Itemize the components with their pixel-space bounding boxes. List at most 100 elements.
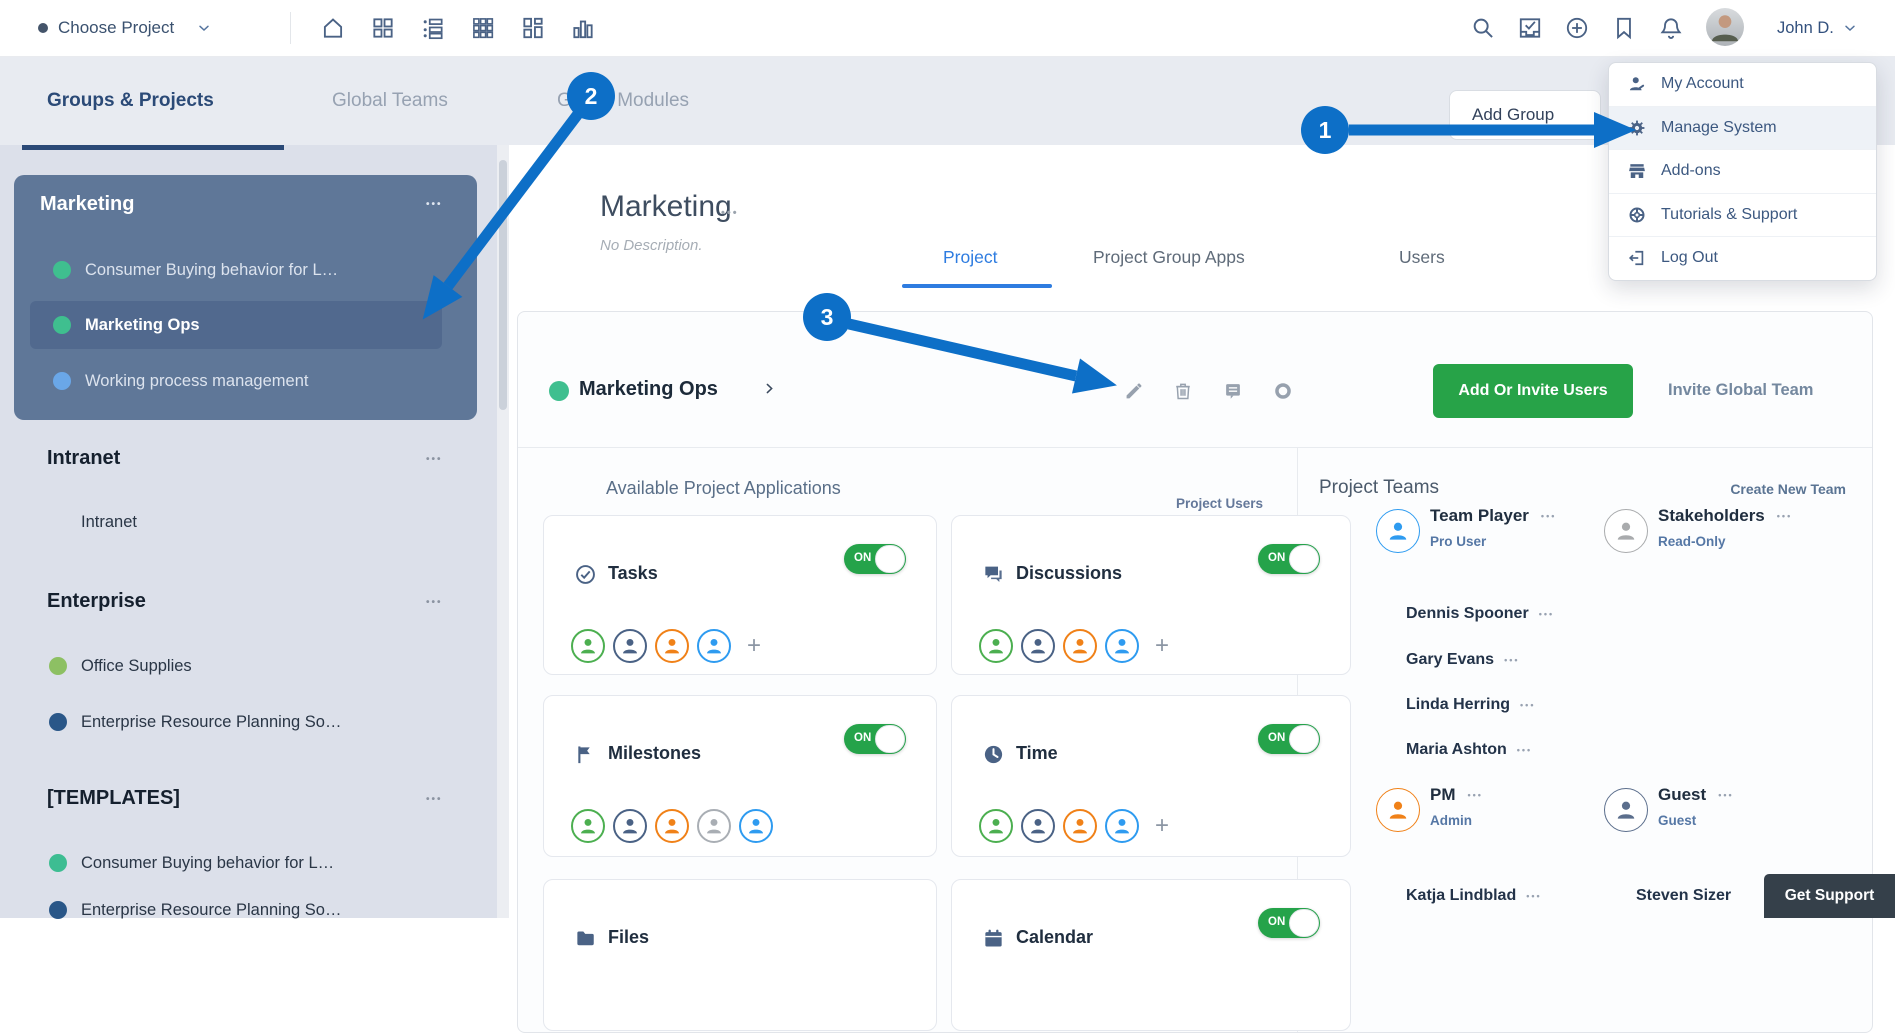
notifications-icon[interactable]	[1658, 15, 1684, 41]
search-icon[interactable]	[1470, 15, 1496, 41]
add-user-button[interactable]: +	[1155, 629, 1169, 663]
project-users-link[interactable]: Project Users	[1161, 496, 1263, 511]
sidebar-group-menu[interactable]: •••	[426, 794, 443, 805]
user-avatar-blue[interactable]	[739, 809, 773, 843]
sidebar-group-card-marketing[interactable]: Marketing•••Consumer Buying behavior for…	[14, 175, 477, 420]
toggle-knob	[875, 545, 905, 573]
delete-icon[interactable]	[1172, 380, 1194, 402]
app-card-tasks: TasksON+	[543, 515, 937, 675]
edit-icon[interactable]	[1122, 380, 1144, 402]
user-avatar-green[interactable]	[979, 809, 1013, 843]
menu-item-tutorials-support[interactable]: Tutorials & Support	[1609, 193, 1876, 237]
app-toggle[interactable]: ON	[1258, 908, 1320, 938]
menu-item-my-account[interactable]: My Account	[1609, 63, 1876, 106]
user-avatar-slate[interactable]	[1021, 809, 1055, 843]
sidebar-group-menu[interactable]: •••	[426, 454, 443, 465]
user-avatar-green[interactable]	[571, 629, 605, 663]
team-avatar-guest[interactable]	[1604, 788, 1648, 832]
user-avatar-blue[interactable]	[1105, 629, 1139, 663]
team-menu[interactable]: •••	[1718, 790, 1733, 800]
user-avatar-slate[interactable]	[1021, 629, 1055, 663]
menu-item-label: Log Out	[1661, 249, 1718, 267]
user-avatar-blue[interactable]	[697, 629, 731, 663]
team-avatar-team-player[interactable]	[1376, 509, 1420, 553]
user-avatar-orange[interactable]	[1063, 809, 1097, 843]
member-menu[interactable]: •••	[1504, 655, 1519, 665]
team-name: PM	[1430, 785, 1456, 805]
add-user-button[interactable]: +	[747, 629, 761, 663]
menu-item-add-ons[interactable]: Add-ons	[1609, 149, 1876, 193]
bookmarks-icon[interactable]	[1611, 15, 1637, 41]
member-menu[interactable]: •••	[1539, 609, 1554, 619]
user-avatar-blue[interactable]	[1105, 809, 1139, 843]
user-avatar-green[interactable]	[979, 629, 1013, 663]
kanban-view-icon[interactable]	[520, 15, 546, 41]
tab-users[interactable]: Users	[1399, 247, 1445, 268]
menu-item-manage-system[interactable]: Manage System	[1609, 106, 1876, 150]
user-avatar-orange[interactable]	[655, 809, 689, 843]
chevron-down-icon[interactable]	[1842, 20, 1858, 36]
sidebar-scrollbar-thumb[interactable]	[499, 160, 507, 410]
sidebar-group-menu[interactable]: •••	[426, 597, 443, 608]
sidebar-item-marketing-ops[interactable]: Marketing Ops	[14, 313, 477, 337]
team-row-team-player: Team Player•••	[1430, 504, 1556, 528]
team-menu[interactable]: •••	[1541, 511, 1556, 521]
watch-icon[interactable]	[1272, 380, 1294, 402]
menu-item-label: Add-ons	[1661, 162, 1721, 180]
home-icon[interactable]	[320, 15, 346, 41]
menu-item-log-out[interactable]: Log Out	[1609, 236, 1876, 280]
member-name: Katja Lindblad	[1406, 887, 1516, 905]
chart-view-icon[interactable]	[570, 15, 596, 41]
tab-project-group-apps[interactable]: Project Group Apps	[1093, 247, 1245, 268]
user-avatar-green[interactable]	[571, 809, 605, 843]
group-title-menu[interactable]: •••	[721, 207, 739, 219]
user-avatar-orange[interactable]	[1063, 629, 1097, 663]
get-support-button[interactable]: Get Support	[1764, 874, 1895, 918]
user-name[interactable]: John D.	[1777, 0, 1834, 56]
team-avatar-pm[interactable]	[1376, 788, 1420, 832]
app-toggle[interactable]: ON	[1258, 724, 1320, 754]
my-tasks-icon[interactable]	[1517, 15, 1543, 41]
app-toggle[interactable]: ON	[844, 544, 906, 574]
list-view-icon[interactable]	[420, 15, 446, 41]
sidebar-item-intranet[interactable]: Intranet	[0, 510, 497, 534]
add-icon[interactable]	[1564, 15, 1590, 41]
member-menu[interactable]: •••	[1526, 891, 1541, 901]
user-avatar-orange[interactable]	[655, 629, 689, 663]
top-bar: Choose Project John D.	[0, 0, 1895, 57]
chevron-right-icon[interactable]	[761, 380, 778, 397]
toggle-state-label: ON	[1268, 732, 1285, 744]
modules-grid-icon[interactable]	[470, 15, 496, 41]
tab-project[interactable]: Project	[943, 247, 997, 268]
user-avatar-slate[interactable]	[613, 629, 647, 663]
sidebar-item-consumer-buying-behavior-for-l-[interactable]: Consumer Buying behavior for L…	[0, 851, 497, 875]
add-user-button[interactable]: +	[1155, 809, 1169, 843]
team-avatar-stakeholders[interactable]	[1604, 509, 1648, 553]
sidebar-item-working-process-management[interactable]: Working process management	[14, 369, 477, 393]
app-toggle[interactable]: ON	[1258, 544, 1320, 574]
sidebar-item-office-supplies[interactable]: Office Supplies	[0, 654, 497, 678]
invite-global-team-link[interactable]: Invite Global Team	[1668, 381, 1813, 400]
user-avatar-slate[interactable]	[613, 809, 647, 843]
add-or-invite-users-button[interactable]: Add Or Invite Users	[1433, 364, 1633, 418]
grid-view-icon[interactable]	[370, 15, 396, 41]
team-menu[interactable]: •••	[1777, 511, 1792, 521]
sidebar-item-enterprise-resource-planning-so-[interactable]: Enterprise Resource Planning So…	[0, 710, 497, 734]
sidebar-item-consumer-buying-behavior-for-l-[interactable]: Consumer Buying behavior for L…	[14, 258, 477, 282]
app-toggle[interactable]: ON	[844, 724, 906, 754]
sidebar-item-enterprise-resource-planning-so-[interactable]: Enterprise Resource Planning So…	[0, 898, 497, 922]
member-menu[interactable]: •••	[1520, 700, 1535, 710]
tab-groups-projects[interactable]: Groups & Projects	[47, 56, 214, 145]
avatar[interactable]	[1706, 8, 1744, 46]
tab-global-teams[interactable]: Global Teams	[332, 56, 448, 145]
chevron-down-icon[interactable]	[196, 20, 212, 36]
create-new-team-link[interactable]: Create New Team	[1701, 481, 1846, 497]
tab-global-modules[interactable]: Global Modules	[557, 56, 689, 145]
choose-project-button[interactable]: Choose Project	[58, 0, 174, 56]
member-menu[interactable]: •••	[1517, 745, 1532, 755]
add-group-button[interactable]: Add Group	[1449, 90, 1601, 140]
team-menu[interactable]: •••	[1468, 790, 1483, 800]
notes-icon[interactable]	[1222, 380, 1244, 402]
sidebar-group-menu[interactable]: •••	[426, 199, 443, 210]
user-avatar-gray[interactable]	[697, 809, 731, 843]
